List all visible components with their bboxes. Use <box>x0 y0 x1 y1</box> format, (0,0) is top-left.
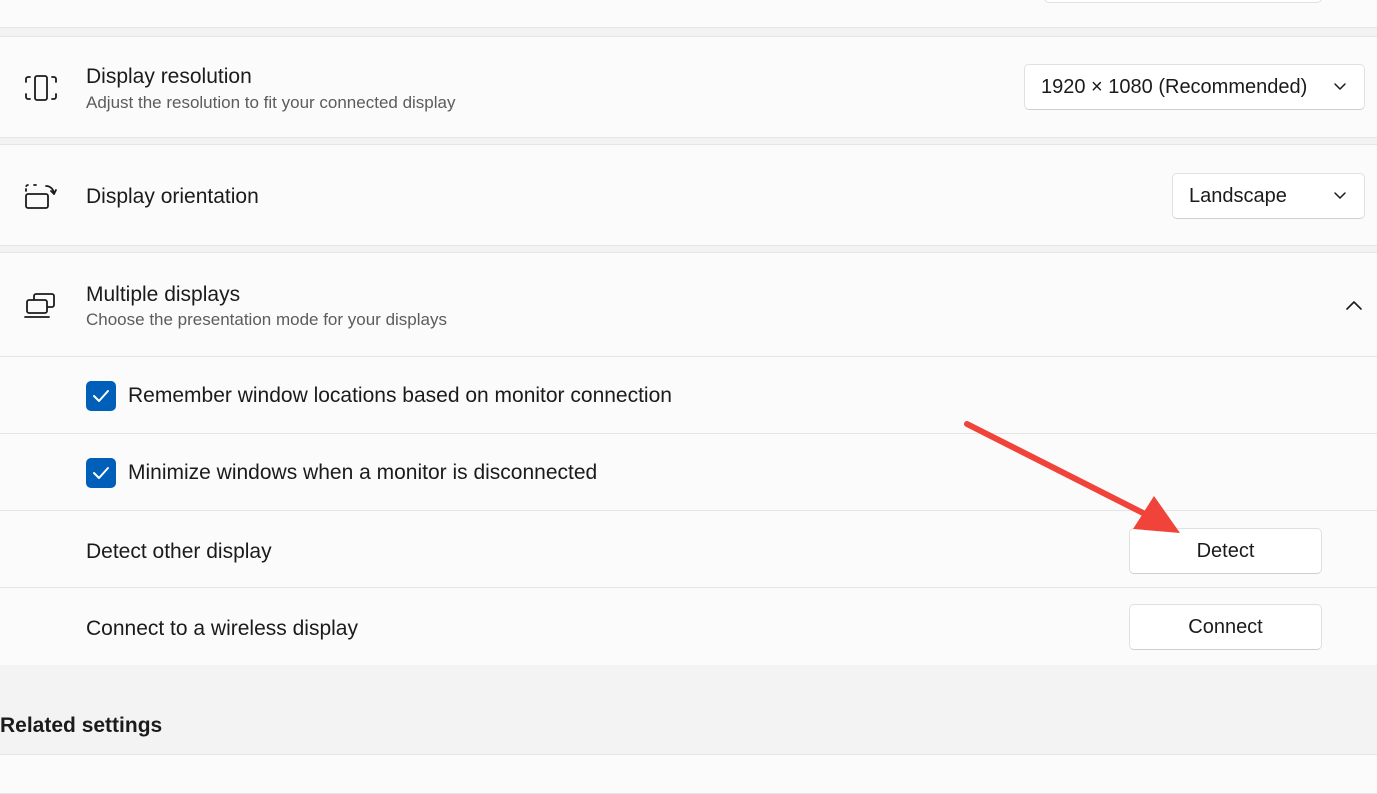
chevron-down-icon <box>1332 186 1348 209</box>
detect-display-label: Detect other display <box>86 540 272 563</box>
display-resolution-card: Display resolution Adjust the resolution… <box>0 36 1377 138</box>
related-settings-card[interactable] <box>0 754 1377 794</box>
wireless-display-row: Connect to a wireless display Connect <box>0 587 1377 665</box>
multiple-displays-subtitle: Choose the presentation mode for your di… <box>86 310 447 329</box>
orientation-icon <box>22 179 60 213</box>
multiple-displays-header[interactable]: Multiple displays Choose the presentatio… <box>0 253 1377 356</box>
resolution-icon <box>22 71 60 105</box>
resolution-dropdown[interactable]: 1920 × 1080 (Recommended) <box>1024 64 1365 110</box>
chevron-down-icon <box>1332 77 1348 100</box>
chevron-up-icon[interactable] <box>1344 297 1364 318</box>
wireless-display-label: Connect to a wireless display <box>86 617 358 640</box>
display-resolution-title: Display resolution <box>86 65 252 88</box>
remember-locations-label: Remember window locations based on monit… <box>128 384 672 407</box>
multiple-displays-card: Multiple displays Choose the presentatio… <box>0 252 1377 665</box>
connect-button[interactable]: Connect <box>1129 604 1322 650</box>
previous-setting-card <box>0 0 1377 28</box>
display-resolution-subtitle: Adjust the resolution to fit your connec… <box>86 93 456 112</box>
resolution-value: 1920 × 1080 (Recommended) <box>1041 75 1308 98</box>
previous-setting-dropdown[interactable] <box>1044 0 1322 3</box>
multiple-displays-icon <box>22 288 60 322</box>
minimize-windows-checkbox[interactable] <box>86 458 116 488</box>
orientation-dropdown[interactable]: Landscape <box>1172 173 1365 219</box>
minimize-windows-row: Minimize windows when a monitor is disco… <box>0 433 1377 511</box>
minimize-windows-label: Minimize windows when a monitor is disco… <box>128 461 598 484</box>
remember-locations-row: Remember window locations based on monit… <box>0 356 1377 434</box>
multiple-displays-title: Multiple displays <box>86 283 241 306</box>
orientation-value: Landscape <box>1189 184 1287 207</box>
detect-display-row: Detect other display Detect <box>0 510 1377 588</box>
detect-button[interactable]: Detect <box>1129 528 1322 574</box>
remember-locations-checkbox[interactable] <box>86 381 116 411</box>
related-settings-heading: Related settings <box>0 714 163 737</box>
display-orientation-title: Display orientation <box>86 185 259 208</box>
display-orientation-card: Display orientation Landscape <box>0 144 1377 246</box>
